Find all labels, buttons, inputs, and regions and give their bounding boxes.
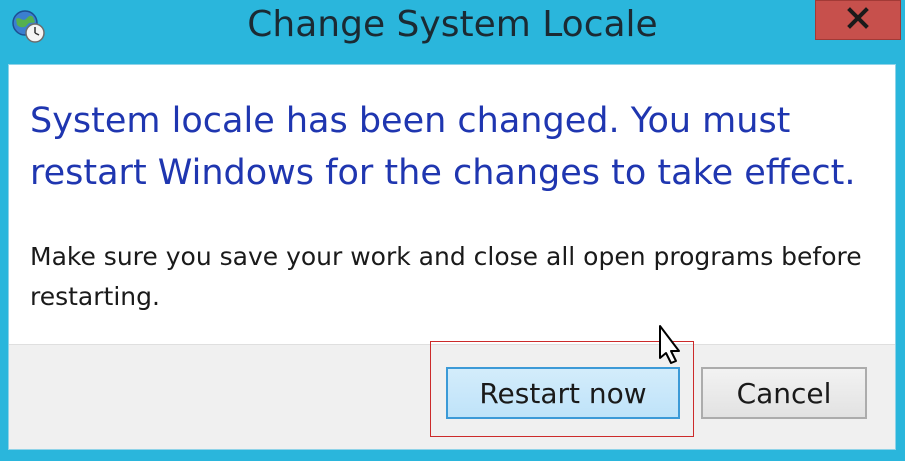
close-button[interactable]: [815, 0, 901, 40]
mouse-pointer-icon: [650, 324, 690, 380]
change-system-locale-dialog: Change System Locale System locale has b…: [0, 0, 905, 461]
button-bar: Restart now Cancel: [9, 341, 895, 449]
main-instruction: System locale has been changed. You must…: [30, 101, 856, 193]
dialog-title: Change System Locale: [247, 4, 658, 45]
cancel-button[interactable]: Cancel: [701, 367, 867, 419]
content-text: Make sure you save your work and close a…: [30, 242, 862, 311]
dialog-content: System locale has been changed. You must…: [8, 64, 896, 450]
close-icon: [847, 6, 869, 34]
title-bar[interactable]: Change System Locale: [0, 0, 905, 64]
restart-now-button[interactable]: Restart now: [446, 367, 680, 419]
